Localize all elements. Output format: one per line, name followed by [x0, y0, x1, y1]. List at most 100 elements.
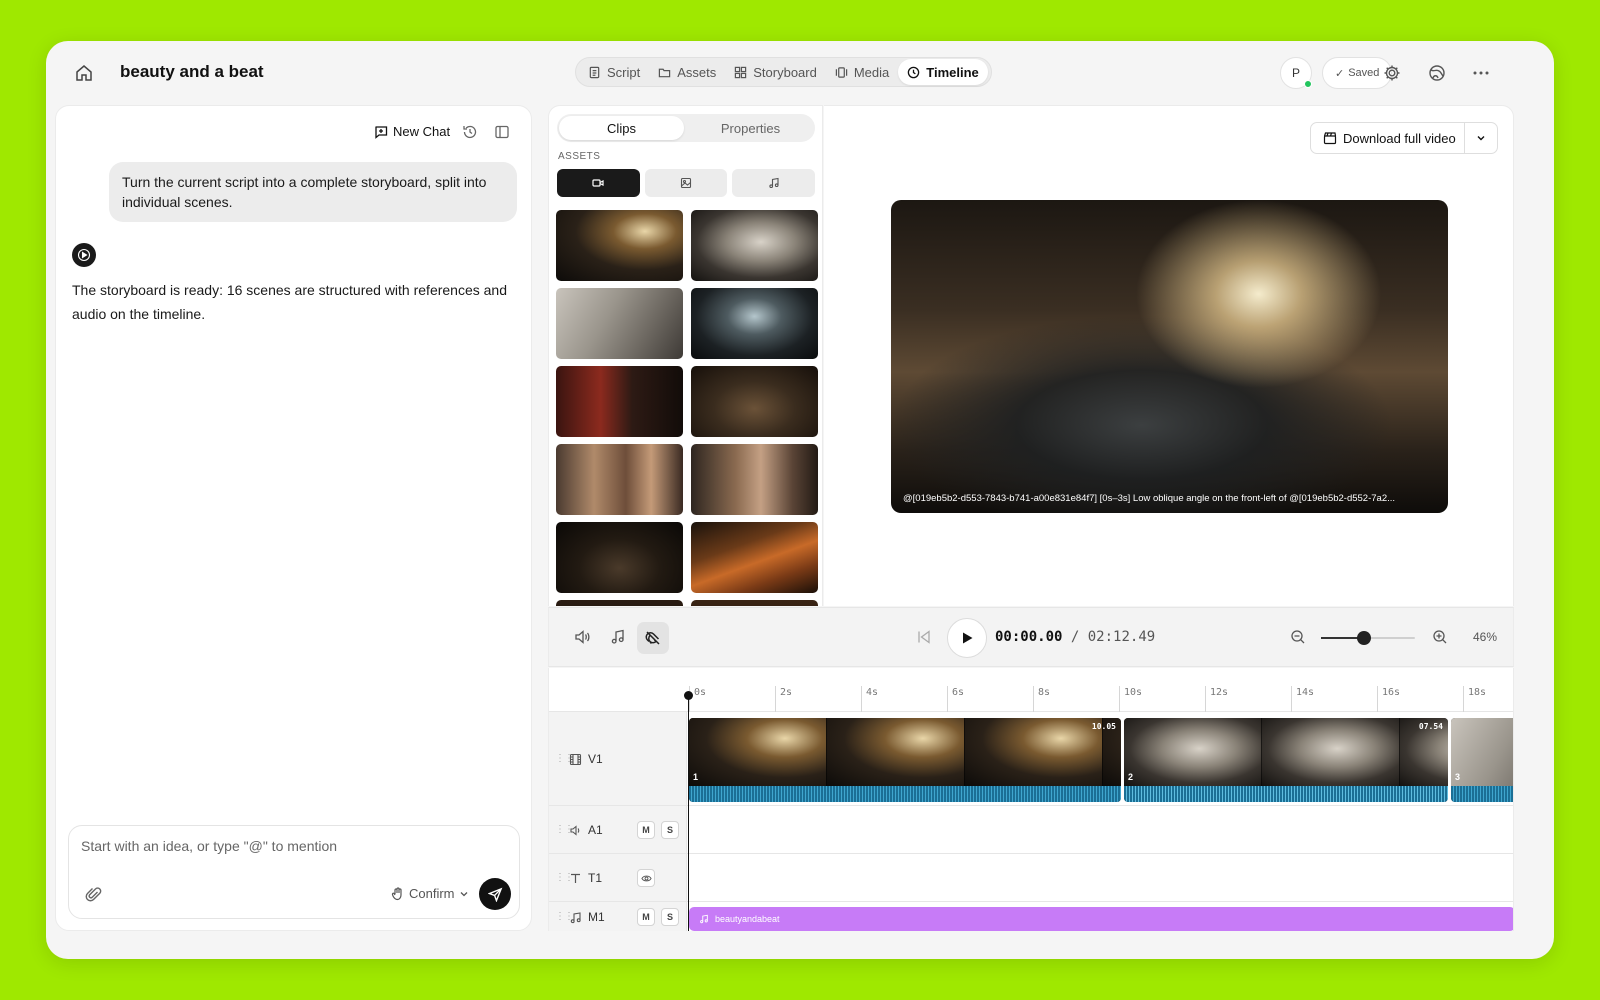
timeline-ruler[interactable]: 0s 2s 4s 6s 8s 10s 12s 14s 16s 18s [549, 668, 1513, 712]
track-header-v1: ⋮⋮ V1 [549, 712, 687, 805]
tab-label: Storyboard [753, 64, 817, 80]
globe-icon[interactable] [1427, 63, 1447, 83]
tab-assets[interactable]: Assets [649, 59, 725, 85]
assets-panel: Clips Properties ASSETS [548, 105, 823, 606]
zoom-slider[interactable] [1321, 631, 1415, 645]
volume-icon[interactable] [573, 628, 591, 646]
music-note-icon [570, 911, 581, 923]
avatar[interactable]: P [1280, 57, 1312, 89]
ruler-tick: 14s [1291, 686, 1314, 712]
clip-thumbnail[interactable] [691, 600, 818, 606]
clip-thumbnail[interactable] [691, 444, 818, 515]
download-options-button[interactable] [1465, 123, 1497, 153]
tab-timeline[interactable]: Timeline [898, 59, 988, 85]
asset-type-filter [557, 169, 816, 197]
clip-frame [1451, 718, 1513, 786]
clip-thumbnail[interactable] [691, 288, 818, 359]
clip-thumbnail[interactable] [691, 522, 818, 593]
video-clip[interactable]: 1 10.05 [689, 718, 1121, 802]
ruler-tick: 2s [775, 686, 792, 712]
preview-panel: Download full video @[019eb5b2-d553-7843… [824, 105, 1514, 606]
clip-thumbnail[interactable] [556, 288, 683, 359]
text-icon [571, 873, 580, 883]
nav-tabs: Script Assets Storyboard Media Timeline [575, 57, 992, 87]
playhead[interactable] [684, 691, 693, 931]
visibility-toggle-button[interactable] [637, 869, 655, 887]
ruler-tick: 4s [861, 686, 878, 712]
more-icon[interactable] [1471, 63, 1491, 83]
video-clip[interactable]: 3 [1451, 718, 1513, 802]
clip-duration: 07.54 [1418, 722, 1443, 731]
chat-input[interactable] [81, 838, 501, 854]
track-label: M1 [588, 910, 605, 924]
film-icon [569, 753, 582, 765]
timecode: 00:00.00 / 02:12.49 [995, 629, 1155, 645]
confirm-mode-dropdown[interactable]: Confirm [391, 886, 469, 901]
tab-clips[interactable]: Clips [559, 116, 684, 140]
chat-input-box: Confirm [68, 825, 520, 919]
tab-script[interactable]: Script [579, 59, 649, 85]
new-chat-button[interactable]: New Chat [374, 124, 450, 139]
clip-grid [556, 210, 818, 606]
clip-thumbnail[interactable] [556, 444, 683, 515]
ruler-tick: 6s [947, 686, 964, 712]
clip-thumbnail[interactable] [691, 210, 818, 281]
zoom-slider-handle[interactable] [1357, 631, 1372, 645]
ruler-tick: 18s [1463, 686, 1486, 712]
video-clip[interactable]: 2 07.54 [1124, 718, 1448, 802]
track-divider [549, 853, 1513, 854]
tab-storyboard[interactable]: Storyboard [725, 59, 826, 85]
play-icon [963, 632, 973, 644]
playhead-handle[interactable] [684, 691, 693, 700]
clock-icon [908, 66, 920, 78]
send-button[interactable] [479, 878, 511, 910]
filter-video-button[interactable] [557, 169, 640, 197]
mute-button[interactable]: M [637, 908, 655, 926]
track-divider [549, 805, 1513, 806]
clip-thumbnail[interactable] [556, 210, 683, 281]
track-header-m1: ⋮⋮ M1 M S [549, 902, 687, 931]
clip-number: 1 [693, 772, 699, 782]
video-preview[interactable]: @[019eb5b2-d553-7843-b741-a00e831e84f7] … [891, 200, 1448, 513]
app-window: beauty and a beat Script Assets Storyboa… [46, 41, 1554, 959]
clip-thumbnail[interactable] [556, 366, 683, 437]
track-label: V1 [588, 752, 603, 766]
mute-button[interactable]: M [637, 821, 655, 839]
gear-icon[interactable] [1382, 63, 1402, 83]
solo-button[interactable]: S [661, 908, 679, 926]
user-message: Turn the current script into a complete … [109, 162, 517, 222]
timeline: 0s 2s 4s 6s 8s 10s 12s 14s 16s 18s ⋮⋮ V1… [548, 668, 1514, 931]
download-full-video-button[interactable]: Download full video [1311, 123, 1465, 153]
attach-icon[interactable] [85, 886, 103, 904]
clip-thumbnail[interactable] [691, 366, 818, 437]
clip-thumbnail[interactable] [556, 600, 683, 606]
track-divider [549, 901, 1513, 902]
clip-number: 2 [1128, 772, 1134, 782]
history-icon[interactable] [462, 124, 478, 140]
check-icon: ✓ [1335, 67, 1345, 80]
tab-media[interactable]: Media [826, 59, 898, 85]
tab-properties[interactable]: Properties [688, 116, 813, 140]
solo-button[interactable]: S [661, 821, 679, 839]
filter-image-button[interactable] [644, 169, 728, 197]
clip-duration: 10.05 [1091, 722, 1116, 731]
music-clip-name: beautyandabeat [715, 914, 780, 924]
clip-thumbnail[interactable] [556, 522, 683, 593]
zoom-out-icon[interactable] [1289, 628, 1307, 646]
music-clip[interactable]: beautyandabeat [689, 907, 1513, 931]
panel-toggle-icon[interactable] [494, 124, 510, 140]
ruler-tick: 10s [1119, 686, 1142, 712]
filter-audio-button[interactable] [732, 169, 816, 197]
clip-frame [1262, 718, 1400, 786]
ruler-tick: 8s [1033, 686, 1050, 712]
ruler-tick: 12s [1205, 686, 1228, 712]
snap-toggle-button[interactable] [637, 622, 669, 654]
skip-back-icon[interactable] [915, 628, 933, 646]
music-note-icon[interactable] [609, 628, 627, 646]
home-icon[interactable] [74, 63, 94, 83]
play-button[interactable] [947, 618, 987, 658]
zoom-in-icon[interactable] [1431, 628, 1449, 646]
track-label: T1 [588, 871, 603, 885]
clapperboard-icon [1323, 132, 1337, 145]
clip-frame [965, 718, 1103, 786]
